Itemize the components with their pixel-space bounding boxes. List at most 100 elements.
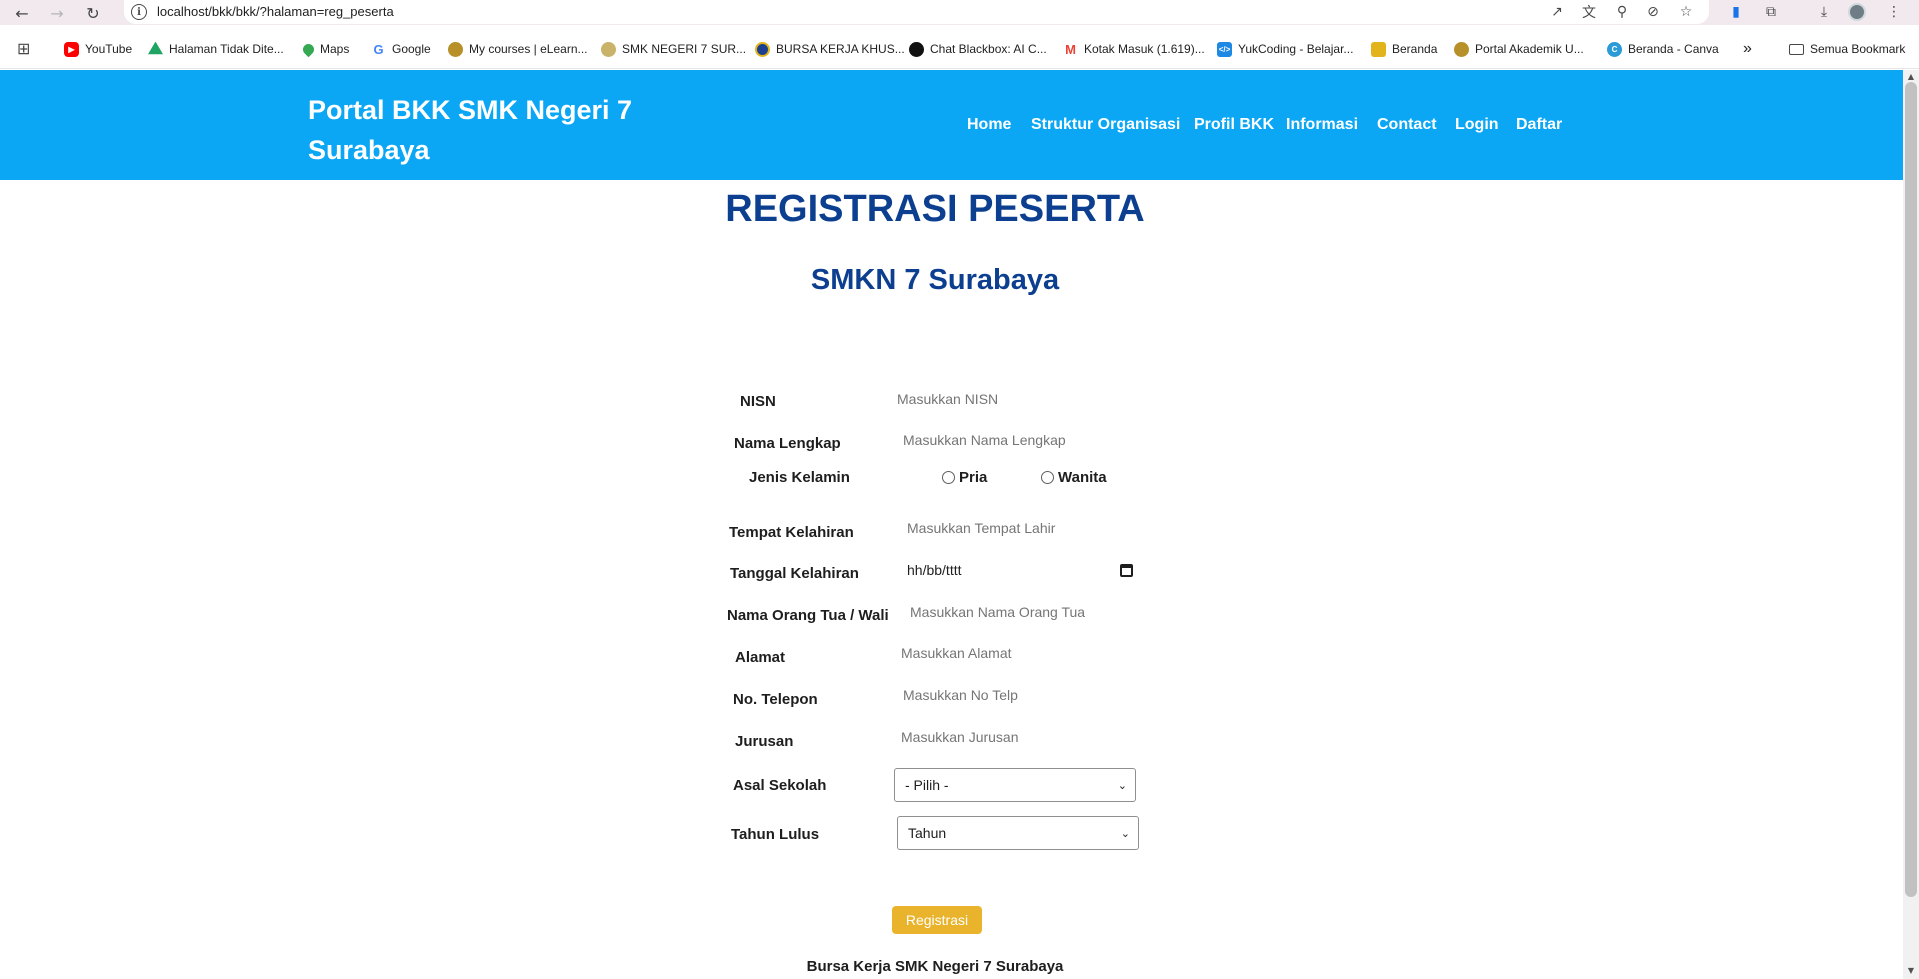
bookmark-bkk[interactable]: BURSA KERJA KHUS... [755,40,905,58]
nama-orang-tua-label: Nama Orang Tua / Wali [727,607,889,624]
no-telepon-label: No. Telepon [733,691,818,708]
all-bookmarks-button[interactable]: Semua Bookmark [1789,40,1905,58]
yukcoding-icon: </> [1217,41,1232,57]
nav-struktur-organisasi[interactable]: Struktur Organisasi [1031,116,1180,134]
bookmark-label: Maps [320,42,350,56]
site-navbar: Portal BKK SMK Negeri 7 Surabaya Home St… [0,70,1903,180]
date-value: hh/bb/tttt [907,562,962,578]
zoom-icon[interactable]: ⚲ [1612,2,1632,22]
nama-lengkap-label: Nama Lengkap [734,435,841,452]
bookmarks-bar: ⊞ ▶ YouTube Halaman Tidak Dite... Maps G… [0,25,1919,69]
more-bookmarks-button[interactable]: » [1743,40,1752,58]
bookmark-blackbox[interactable]: Chat Blackbox: AI C... [909,40,1047,58]
bkk-logo-icon [755,41,770,57]
no-telepon-input[interactable] [900,682,1130,708]
page-title: REGISTRASI PESERTA [725,188,1145,230]
gmail-icon: M [1063,41,1078,57]
bookmark-label: My courses | eLearn... [469,42,588,56]
chevron-down-icon: ⌄ [1117,779,1127,792]
nav-profil-bkk[interactable]: Profil BKK [1194,116,1274,134]
bookmark-canva[interactable]: C Beranda - Canva [1607,40,1719,58]
footer-text: Bursa Kerja SMK Negeri 7 Surabaya [806,958,1064,975]
bookmark-label: SMK NEGERI 7 SUR... [622,42,747,56]
bookmark-smk[interactable]: SMK NEGERI 7 SUR... [601,40,746,58]
scroll-thumb[interactable] [1905,82,1917,897]
smk-logo-icon [601,41,616,57]
tempat-lahir-input[interactable] [904,515,1134,541]
nav-login[interactable]: Login [1455,116,1499,134]
apps-grid-icon[interactable]: ⊞ [17,40,30,58]
reload-icon[interactable]: ↻ [82,2,104,24]
bookmark-google[interactable]: G Google [371,40,431,58]
bookmark-maps[interactable]: Maps [300,40,350,58]
bookmark-label: Beranda - Canva [1628,42,1719,56]
nav-daftar[interactable]: Daftar [1516,116,1562,134]
asal-sekolah-select[interactable]: - Pilih - ⌄ [894,768,1136,802]
asal-sekolah-selected: - Pilih - [905,777,949,793]
nav-informasi[interactable]: Informasi [1286,116,1358,134]
browser-toolbar: ← → ↻ i localhost/bkk/bkk/?halaman=reg_p… [0,0,1919,25]
site-brand[interactable]: Portal BKK SMK Negeri 7 Surabaya [308,90,648,170]
bookmark-gmail[interactable]: M Kotak Masuk (1.619)... [1063,40,1205,58]
maps-pin-icon [300,41,317,57]
nav-contact[interactable]: Contact [1377,116,1437,134]
bookmark-my-courses[interactable]: My courses | eLearn... [448,40,588,58]
bookmark-label: BURSA KERJA KHUS... [776,42,905,56]
canva-icon: C [1607,41,1622,57]
bookmark-label: YukCoding - Belajar... [1238,42,1354,56]
gender-option-wanita[interactable]: Wanita [1041,469,1107,486]
translate-icon[interactable]: 文 [1579,2,1599,22]
download-icon[interactable]: ⤓ [1814,2,1834,22]
star-icon[interactable]: ☆ [1676,2,1696,22]
all-bookmarks-label: Semua Bookmark [1810,42,1906,56]
side-panel-icon[interactable]: ▮ [1726,2,1746,22]
bookmark-label: Chat Blackbox: AI C... [930,42,1047,56]
menu-kebab-icon[interactable]: ⋮ [1884,2,1904,22]
registrasi-button[interactable]: Registrasi [892,906,982,934]
tempat-kelahiran-label: Tempat Kelahiran [729,524,854,541]
bookmark-label: Portal Akademik U... [1475,42,1584,56]
tanggal-lahir-input[interactable]: hh/bb/tttt [905,558,1135,582]
url-text[interactable]: localhost/bkk/bkk/?halaman=reg_peserta [157,4,394,19]
asal-sekolah-label: Asal Sekolah [733,777,827,794]
bookmark-youtube[interactable]: ▶ YouTube [64,40,132,58]
radio-wanita[interactable] [1041,471,1054,484]
portal-akademik-icon [1454,41,1469,57]
scroll-down-arrow-icon[interactable]: ▼ [1905,966,1917,976]
youtube-icon: ▶ [64,41,79,57]
bookmark-portal-akademik[interactable]: Portal Akademik U... [1454,40,1584,58]
jurusan-input[interactable] [898,724,1128,750]
forward-arrow-icon[interactable]: → [46,2,68,24]
profile-avatar-icon[interactable] [1847,2,1867,22]
school-logo-icon [448,41,463,57]
chevron-down-icon: ⌄ [1120,827,1130,840]
bookmark-label: YouTube [85,42,133,56]
page-subtitle: SMKN 7 Surabaya [810,264,1060,296]
tanggal-kelahiran-label: Tanggal Kelahiran [730,565,859,582]
extensions-icon[interactable]: ⧉ [1761,2,1781,22]
nama-lengkap-input[interactable] [900,427,1130,453]
bookmark-label: Kotak Masuk (1.619)... [1084,42,1205,56]
calendar-icon[interactable] [1120,563,1133,577]
scroll-up-arrow-icon[interactable]: ▲ [1905,72,1917,82]
back-arrow-icon[interactable]: ← [11,2,33,24]
bookmark-yukcoding[interactable]: </> YukCoding - Belajar... [1217,40,1353,58]
nama-orang-tua-input[interactable] [907,599,1137,625]
tahun-lulus-selected: Tahun [908,825,947,841]
blackbox-icon [909,41,924,57]
nisn-input[interactable] [894,386,1124,412]
gender-option-pria[interactable]: Pria [942,469,987,486]
site-info-icon[interactable]: i [131,4,147,20]
tahun-lulus-label: Tahun Lulus [731,826,820,843]
nav-home[interactable]: Home [967,116,1011,134]
radio-pria[interactable] [942,471,955,484]
open-in-new-icon[interactable]: ↗ [1547,2,1567,22]
tahun-lulus-select[interactable]: Tahun ⌄ [897,816,1139,850]
alamat-input[interactable] [898,640,1128,666]
bookmark-drive[interactable]: Halaman Tidak Dite... [148,40,284,58]
eye-off-icon[interactable]: ⊘ [1643,2,1663,22]
jurusan-label: Jurusan [735,733,794,750]
alamat-label: Alamat [735,649,786,666]
bookmark-beranda[interactable]: Beranda [1371,40,1437,58]
google-icon: G [371,41,386,57]
